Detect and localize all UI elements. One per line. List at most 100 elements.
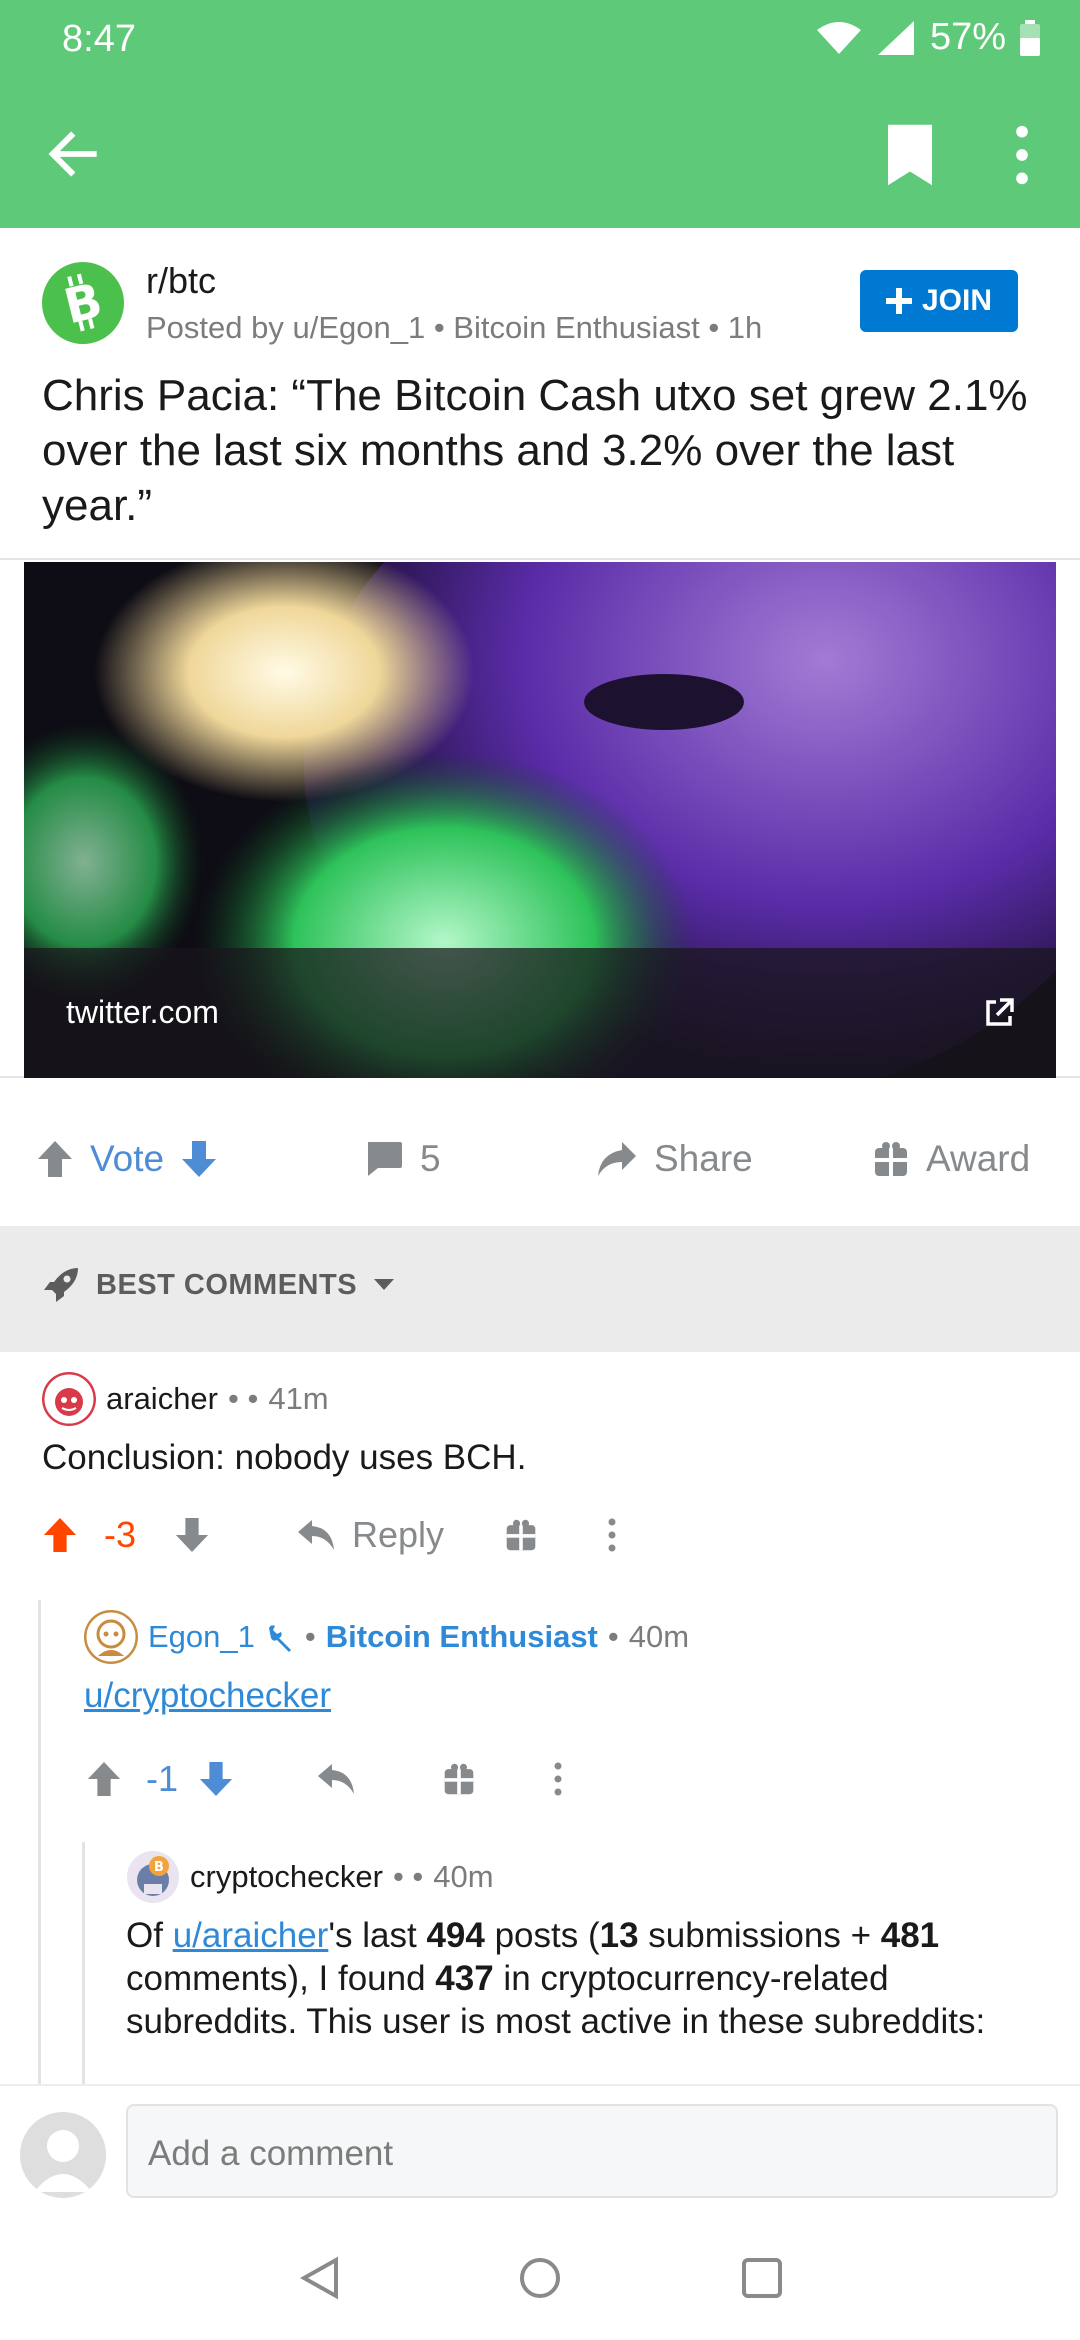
comment-meta: araicher • • 41m bbox=[42, 1372, 1042, 1426]
svg-text:B: B bbox=[154, 1860, 164, 1875]
link-domain[interactable]: twitter.com bbox=[66, 994, 219, 1031]
app-bar bbox=[0, 80, 1080, 228]
comment-body: u/cryptochecker bbox=[84, 1674, 1044, 1717]
comment-score: -1 bbox=[146, 1758, 179, 1799]
comment-composer: Add a comment bbox=[0, 2084, 1080, 2200]
thread-line bbox=[82, 1842, 85, 2084]
rocket-icon bbox=[44, 1268, 78, 1302]
add-comment-input[interactable]: Add a comment bbox=[126, 2104, 1058, 2198]
gift-icon[interactable] bbox=[442, 1762, 476, 1796]
found-count: 437 bbox=[435, 1959, 494, 1998]
meta-separator: • • bbox=[392, 1859, 424, 1894]
default-avatar-icon bbox=[34, 2130, 92, 2192]
comment-time: 40m bbox=[628, 1619, 690, 1654]
more-options-icon[interactable] bbox=[1000, 120, 1044, 190]
join-button[interactable]: JOIN bbox=[860, 270, 1018, 332]
comment-icon bbox=[368, 1142, 402, 1176]
comment-body: Conclusion: nobody uses BCH. bbox=[42, 1438, 527, 1477]
bitcoin-logo-icon: B bbox=[59, 272, 108, 335]
comment-text: Of bbox=[126, 1916, 173, 1955]
status-time: 8:47 bbox=[62, 18, 136, 60]
reply-icon[interactable] bbox=[316, 1762, 356, 1796]
user-mention-link[interactable]: u/araicher bbox=[173, 1916, 329, 1955]
wrench-icon bbox=[268, 1625, 291, 1652]
more-options-icon[interactable] bbox=[552, 1761, 564, 1797]
chevron-down-icon bbox=[374, 1279, 395, 1290]
comments-button[interactable]: 5 bbox=[364, 1138, 441, 1180]
downvote-icon[interactable] bbox=[180, 1139, 218, 1179]
plus-icon bbox=[885, 288, 912, 314]
comment: Egon_1 • Bitcoin Enthusiast • 40m u/cryp… bbox=[84, 1610, 1044, 1717]
comment-time: 41m bbox=[268, 1381, 329, 1416]
signal-icon bbox=[877, 20, 914, 55]
bookmark-icon[interactable] bbox=[882, 122, 938, 188]
user-avatar[interactable] bbox=[20, 2112, 106, 2198]
share-button[interactable]: Share bbox=[596, 1138, 753, 1180]
post-title: Chris Pacia: “The Bitcoin Cash utxo set … bbox=[42, 371, 1028, 530]
status-bar: 8:47 57% bbox=[0, 0, 1080, 80]
comment-count: 5 bbox=[420, 1138, 441, 1179]
comment-actions: -3 Reply bbox=[42, 1514, 618, 1556]
avatar[interactable] bbox=[42, 1372, 96, 1426]
comment-text: submissions + bbox=[638, 1916, 881, 1955]
upvote-icon[interactable] bbox=[36, 1139, 74, 1179]
share-icon bbox=[598, 1142, 636, 1176]
avatar[interactable] bbox=[84, 1610, 138, 1664]
user-mention-link[interactable]: u/cryptochecker bbox=[84, 1676, 331, 1715]
comment-body: Of u/araicher's last 494 posts (13 submi… bbox=[126, 1914, 1046, 2043]
comment-text: posts ( bbox=[484, 1916, 600, 1955]
comment: B cryptochecker • • 40m Of u/araicher's … bbox=[126, 1850, 1046, 2043]
gift-icon bbox=[875, 1142, 907, 1176]
sort-label: BEST COMMENTS bbox=[96, 1268, 358, 1301]
reply-icon bbox=[298, 1520, 334, 1550]
back-arrow-icon[interactable] bbox=[40, 120, 108, 188]
comment: araicher • • 41m Conclusion: nobody uses… bbox=[42, 1372, 1042, 1479]
gift-icon[interactable] bbox=[504, 1518, 538, 1552]
wifi-icon bbox=[816, 21, 861, 54]
nav-back-icon[interactable] bbox=[300, 2256, 340, 2300]
external-link-icon[interactable] bbox=[982, 996, 1016, 1030]
comment-sort[interactable]: BEST COMMENTS bbox=[42, 1266, 395, 1304]
comment-time: 40m bbox=[433, 1859, 494, 1894]
upvote-icon[interactable] bbox=[42, 1516, 78, 1554]
posts-count: 494 bbox=[426, 1916, 485, 1955]
battery-icon bbox=[1020, 19, 1040, 56]
vote-label: Vote bbox=[90, 1138, 165, 1179]
nav-recents-icon[interactable] bbox=[740, 2256, 784, 2300]
subreddit-icon[interactable]: B bbox=[42, 262, 124, 344]
comment-author[interactable]: Egon_1 bbox=[148, 1619, 255, 1655]
comment-score: -3 bbox=[104, 1514, 137, 1555]
meta-separator: • bbox=[607, 1619, 619, 1654]
submissions-count: 13 bbox=[599, 1916, 639, 1955]
meta-separator: • bbox=[304, 1619, 316, 1654]
award-button[interactable]: Award bbox=[872, 1138, 1030, 1180]
post-byline[interactable]: Posted by u/Egon_1 • Bitcoin Enthusiast … bbox=[146, 310, 762, 346]
more-options-icon[interactable] bbox=[606, 1517, 618, 1553]
thread-line bbox=[38, 1600, 41, 2084]
post-header: B r/btc Posted by u/Egon_1 • Bitcoin Ent… bbox=[0, 228, 1080, 558]
comments-count: 481 bbox=[880, 1916, 940, 1955]
comment-actions: -1 bbox=[86, 1758, 564, 1800]
comment-author[interactable]: araicher bbox=[106, 1381, 218, 1417]
award-label: Award bbox=[926, 1138, 1031, 1179]
avatar[interactable]: B bbox=[126, 1850, 180, 1904]
comment-text: 's last bbox=[328, 1916, 427, 1955]
meta-separator: • • bbox=[228, 1381, 259, 1416]
join-label: JOIN bbox=[921, 284, 993, 317]
upvote-icon[interactable] bbox=[86, 1760, 122, 1798]
post-actions: Vote 5 Share Award bbox=[0, 1100, 1080, 1226]
downvote-icon[interactable] bbox=[198, 1760, 234, 1798]
comment-meta: B cryptochecker • • 40m bbox=[126, 1850, 1046, 1904]
vote-control: Vote bbox=[36, 1138, 218, 1180]
comment-author[interactable]: cryptochecker bbox=[190, 1859, 383, 1895]
status-icons: 57% bbox=[816, 16, 1040, 59]
nav-home-icon[interactable] bbox=[518, 2256, 562, 2300]
reply-button[interactable]: Reply bbox=[296, 1514, 444, 1556]
user-flair: Bitcoin Enthusiast bbox=[325, 1619, 598, 1654]
share-label: Share bbox=[654, 1138, 753, 1179]
comment-sort-bar[interactable]: BEST COMMENTS bbox=[0, 1226, 1080, 1352]
downvote-icon[interactable] bbox=[174, 1516, 210, 1554]
subreddit-name[interactable]: r/btc bbox=[146, 260, 216, 302]
comment-meta: Egon_1 • Bitcoin Enthusiast • 40m bbox=[84, 1610, 1044, 1664]
reply-label: Reply bbox=[352, 1514, 445, 1555]
